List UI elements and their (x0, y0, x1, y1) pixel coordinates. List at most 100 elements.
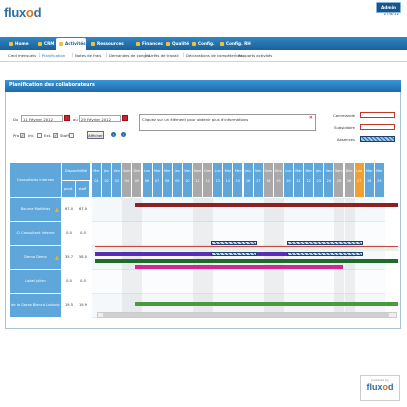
day-number: 27 (356, 179, 362, 183)
nav-tab-5[interactable]: Qualité (163, 39, 189, 49)
info-text: Cliquez sur un élément pour obtenir plus… (142, 117, 249, 122)
day-name: Jeu (174, 169, 180, 173)
day-header: Mer 29 (374, 163, 385, 197)
day-number: 22 (306, 179, 311, 183)
day-number: 26 (346, 179, 352, 183)
day-name: Mer (376, 169, 383, 173)
staff-value: 67.0 (78, 207, 87, 211)
day-number: 21 (296, 179, 301, 183)
day-number: 07 (154, 179, 160, 183)
day-number: 29 (377, 179, 382, 183)
subnav-link-6[interactable]: Rapports activités (238, 53, 272, 58)
day-number: 23 (316, 179, 321, 183)
date-from-input[interactable]: 11 Février 2012 (21, 115, 63, 122)
day-number: 10 (185, 179, 190, 183)
nav-tab-6[interactable]: Config. (189, 39, 215, 49)
day-header: Sam 18 (263, 163, 274, 197)
subnav-link-4[interactable]: Arrêts de travail (148, 53, 179, 58)
consultant-name[interactable]: Lobel Julien (10, 270, 61, 293)
weekend-column (203, 198, 214, 318)
filter-checkbox-1[interactable] (37, 133, 42, 138)
consultant-name[interactable]: Bourne Matthias (10, 198, 61, 221)
tab-icon (9, 42, 13, 46)
day-header: Dim 26 (344, 163, 355, 197)
day-header: Mar 21 (294, 163, 305, 197)
date-to-input[interactable]: 29 Février 2012 (79, 115, 121, 122)
header-prod: prod. (62, 181, 75, 197)
filter-checkbox-2[interactable] (53, 133, 58, 138)
day-name: Ven (184, 169, 191, 173)
powered-by-badge: powered by fluxod (360, 375, 400, 401)
filter-checkbox-3[interactable] (69, 133, 74, 138)
subnav-link-2[interactable]: Notes de frais (75, 53, 101, 58)
day-header: Lun 27 (354, 163, 365, 197)
day-number: 06 (144, 179, 150, 183)
filter-checkbox-0[interactable] (20, 133, 25, 138)
assignment-bar[interactable] (95, 259, 398, 263)
nav-tab-3[interactable]: Ressources (88, 39, 131, 49)
filter-label-2: Ext. (44, 133, 52, 138)
assignment-bar[interactable] (135, 203, 398, 207)
prod-value: 35.7 (64, 255, 73, 259)
absence-bar[interactable] (287, 252, 363, 256)
absence-bar[interactable] (287, 241, 363, 245)
weekend-column (132, 198, 143, 318)
day-number: 03 (114, 179, 119, 183)
day-number: 24 (326, 179, 331, 183)
subnav-link-1[interactable]: Planification (42, 53, 65, 58)
prev-period-icon[interactable]: ‹ (111, 132, 116, 137)
assignment-bar[interactable] (135, 302, 398, 306)
day-header: Jeu 02 (102, 163, 113, 197)
day-name: Sam (193, 169, 202, 173)
fluxod-logo[interactable]: fluxod (4, 5, 42, 20)
day-header: Mer 15 (233, 163, 244, 197)
filter-label-3: Staff (60, 133, 69, 138)
day-name: Sam (123, 169, 131, 173)
day-name: Mar (224, 169, 232, 173)
close-icon[interactable]: ✕ (309, 116, 313, 121)
day-header: Mer 08 (162, 163, 173, 197)
absence-bar[interactable] (211, 241, 257, 245)
prod-value: 0.0 (66, 279, 72, 283)
legend-swatch-2 (360, 136, 395, 142)
consultant-name[interactable]: de la Garza Blanco Ludovic (10, 294, 61, 317)
info-box: Cliquez sur un élément pour obtenir plus… (139, 114, 316, 131)
day-header: Jeu 23 (314, 163, 325, 197)
weekend-column (273, 198, 284, 318)
subnav-link-0[interactable]: Cmd mensuels (8, 53, 36, 58)
admin-button[interactable]: Admin (375, 2, 401, 13)
day-name: Lun (143, 169, 151, 173)
day-name: Jeu (316, 169, 322, 173)
weekend-column (193, 198, 204, 318)
scrollbar-thumb[interactable] (103, 313, 389, 317)
consultant-name[interactable]: Ci Consultant interne (10, 222, 61, 245)
day-number: 20 (286, 179, 291, 183)
consultant-name[interactable]: Demo Demo (10, 246, 61, 269)
day-name: Mer (234, 169, 242, 173)
fluxod-footer-logo: fluxod (366, 382, 394, 392)
nav-tab-2[interactable]: Activités (56, 38, 86, 50)
nav-tab-1[interactable]: CRM (35, 39, 54, 49)
nav-tab-7[interactable]: Config. RH (217, 39, 254, 49)
next-period-icon[interactable]: › (121, 132, 126, 137)
tab-icon (192, 42, 196, 46)
day-name: Jeu (104, 169, 110, 173)
day-number: 02 (104, 179, 109, 183)
nav-tab-0[interactable]: Home (6, 39, 33, 49)
assignment-bar[interactable] (95, 247, 398, 251)
prod-value: 67.0 (64, 207, 73, 211)
calendar-from-icon[interactable] (64, 115, 70, 121)
subnav-link-3[interactable]: Demandes de congés (109, 53, 150, 58)
assignment-bar[interactable] (135, 265, 343, 269)
calendar-to-icon[interactable] (122, 115, 128, 121)
weekend-column (334, 198, 345, 318)
day-name: Lun (285, 169, 292, 173)
absence-bar[interactable] (211, 252, 257, 256)
nav-tab-4[interactable]: Finances (133, 39, 163, 49)
day-header: Sam 25 (334, 163, 345, 197)
day-name: Mer (93, 169, 100, 173)
subnav-separator: | (235, 52, 237, 57)
day-number: 19 (276, 179, 281, 183)
afficher-button[interactable]: Afficher (87, 131, 104, 139)
day-number: 08 (165, 179, 170, 183)
